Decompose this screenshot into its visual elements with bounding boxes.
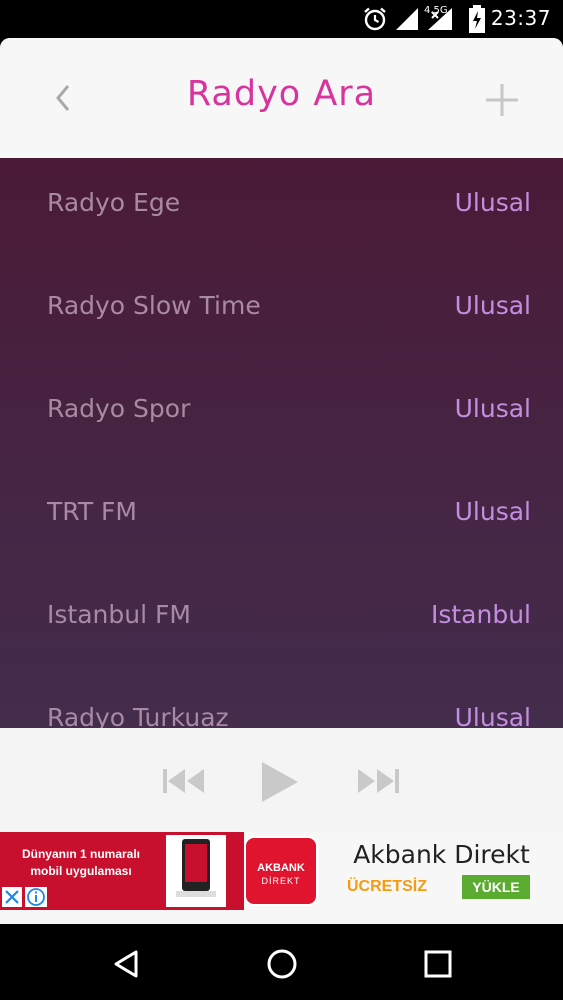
signal-icon: [428, 8, 452, 30]
phone-icon: [176, 839, 216, 897]
list-item[interactable]: Radyo Ege Ulusal: [0, 158, 563, 261]
battery-charging-icon: [469, 5, 485, 33]
previous-icon[interactable]: [162, 766, 206, 796]
list-item[interactable]: Istanbul FM Istanbul: [0, 570, 563, 673]
ad-banner[interactable]: Dünyanın 1 numaralı mobil uygulaması AKB…: [0, 832, 563, 910]
ad-tagline-line2: mobil uygulaması: [30, 864, 132, 878]
signal-icon: [396, 8, 418, 30]
page-title: Radyo Ara: [186, 74, 377, 114]
station-name: Radyo Turkuaz: [47, 703, 229, 728]
info-icon[interactable]: [25, 887, 47, 907]
station-list[interactable]: Radyo Ege Ulusal Radyo Slow Time Ulusal …: [0, 158, 563, 728]
home-circle-icon[interactable]: [262, 944, 302, 984]
recents-square-icon[interactable]: [418, 944, 458, 984]
ad-free-label: ÜCRETSİZ: [347, 878, 427, 895]
ad-tagline: Dünyanın 1 numaralı mobil uygulaması: [6, 846, 156, 880]
alarm-icon: [364, 7, 386, 31]
station-region: Ulusal: [454, 394, 531, 423]
station-name: Radyo Slow Time: [47, 291, 261, 320]
app-window: Radyo Ara Radyo Ege Ulusal Radyo Slow Ti…: [0, 38, 563, 924]
akbank-logo: AKBANK DİREKT: [244, 836, 318, 906]
list-item[interactable]: Radyo Spor Ulusal: [0, 364, 563, 467]
station-region: Ulusal: [454, 497, 531, 526]
list-item[interactable]: TRT FM Ulusal: [0, 467, 563, 570]
station-name: Istanbul FM: [47, 600, 191, 629]
list-item[interactable]: Radyo Slow Time Ulusal: [0, 261, 563, 364]
navigation-bar: [0, 924, 563, 1000]
station-region: Ulusal: [454, 291, 531, 320]
station-region: Ulusal: [454, 188, 531, 217]
phone-image: [166, 835, 226, 907]
list-item[interactable]: Radyo Turkuaz Ulusal: [0, 673, 563, 728]
station-name: Radyo Spor: [47, 394, 191, 423]
plus-icon: [486, 84, 518, 116]
station-name: Radyo Ege: [47, 188, 181, 217]
clock: 23:37: [490, 6, 551, 30]
status-bar: 4.5G 23:37: [0, 0, 563, 38]
ad-brand-name: Akbank Direkt: [353, 840, 530, 869]
back-triangle-icon[interactable]: [106, 944, 146, 984]
player-controls: [0, 728, 563, 832]
close-icon[interactable]: [2, 887, 22, 907]
station-name: TRT FM: [47, 497, 137, 526]
ad-tagline-line1: Dünyanın 1 numaralı: [21, 847, 141, 861]
logo-line1: AKBANK: [257, 862, 305, 874]
header: Radyo Ara: [0, 38, 563, 158]
next-icon[interactable]: [356, 766, 400, 796]
station-region: Ulusal: [454, 703, 531, 728]
play-icon[interactable]: [258, 760, 302, 804]
logo-line2: DİREKT: [261, 876, 301, 886]
station-region: Istanbul: [430, 600, 531, 629]
add-button[interactable]: [480, 78, 524, 122]
ad-install-button[interactable]: YÜKLE: [462, 875, 530, 899]
